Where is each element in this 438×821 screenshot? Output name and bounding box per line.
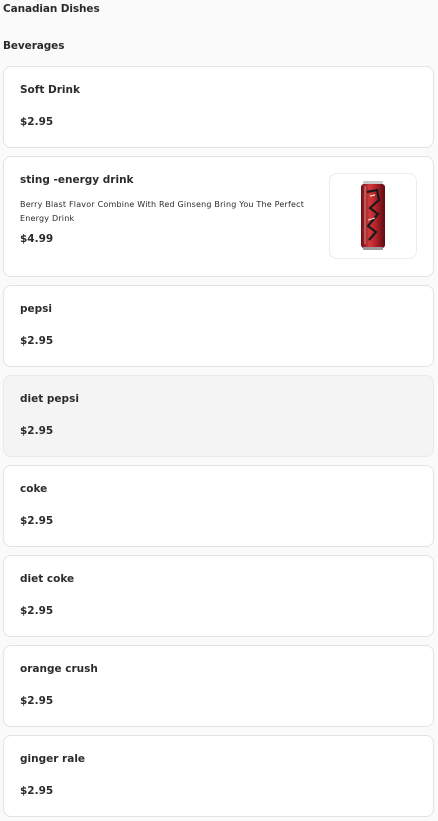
item-price: $2.95 [20,335,54,347]
category-title: Canadian Dishes [3,3,100,15]
item-price: $2.95 [20,785,54,797]
item-price: $4.99 [20,233,54,245]
item-name: diet coke [20,573,75,585]
item-price: $2.95 [20,116,54,128]
menu-item-card[interactable]: ginger rale $2.95 [3,735,434,817]
item-name: coke [20,483,48,495]
item-name: diet pepsi [20,393,79,405]
menu-item-card[interactable]: diet pepsi $2.95 [3,375,434,457]
item-price: $2.95 [20,515,54,527]
menu-item-list: Soft Drink $2.95 sting -energy drink Ber… [3,66,434,821]
item-name: pepsi [20,303,53,315]
item-description: Berry Blast Flavor Combine With Red Gins… [20,200,305,223]
menu-page: Canadian Dishes Beverages Soft Drink $2.… [0,0,438,821]
menu-item-card[interactable]: diet coke $2.95 [3,555,434,637]
item-name: Soft Drink [20,84,80,96]
menu-item-card[interactable]: sting -energy drink Berry Blast Flavor C… [3,156,434,277]
menu-item-card[interactable]: pepsi $2.95 [3,285,434,367]
menu-item-card[interactable]: orange crush $2.95 [3,645,434,727]
item-name: sting -energy drink [20,174,134,186]
energy-drink-can-icon [361,181,385,250]
item-price: $2.95 [20,425,54,437]
menu-item-card[interactable]: Soft Drink $2.95 [3,66,434,148]
menu-item-card[interactable]: coke $2.95 [3,465,434,547]
item-name: orange crush [20,663,98,675]
section-title: Beverages [3,40,65,52]
item-image[interactable] [329,173,417,259]
item-price: $2.95 [20,695,54,707]
item-name: ginger rale [20,753,86,765]
item-price: $2.95 [20,605,54,617]
